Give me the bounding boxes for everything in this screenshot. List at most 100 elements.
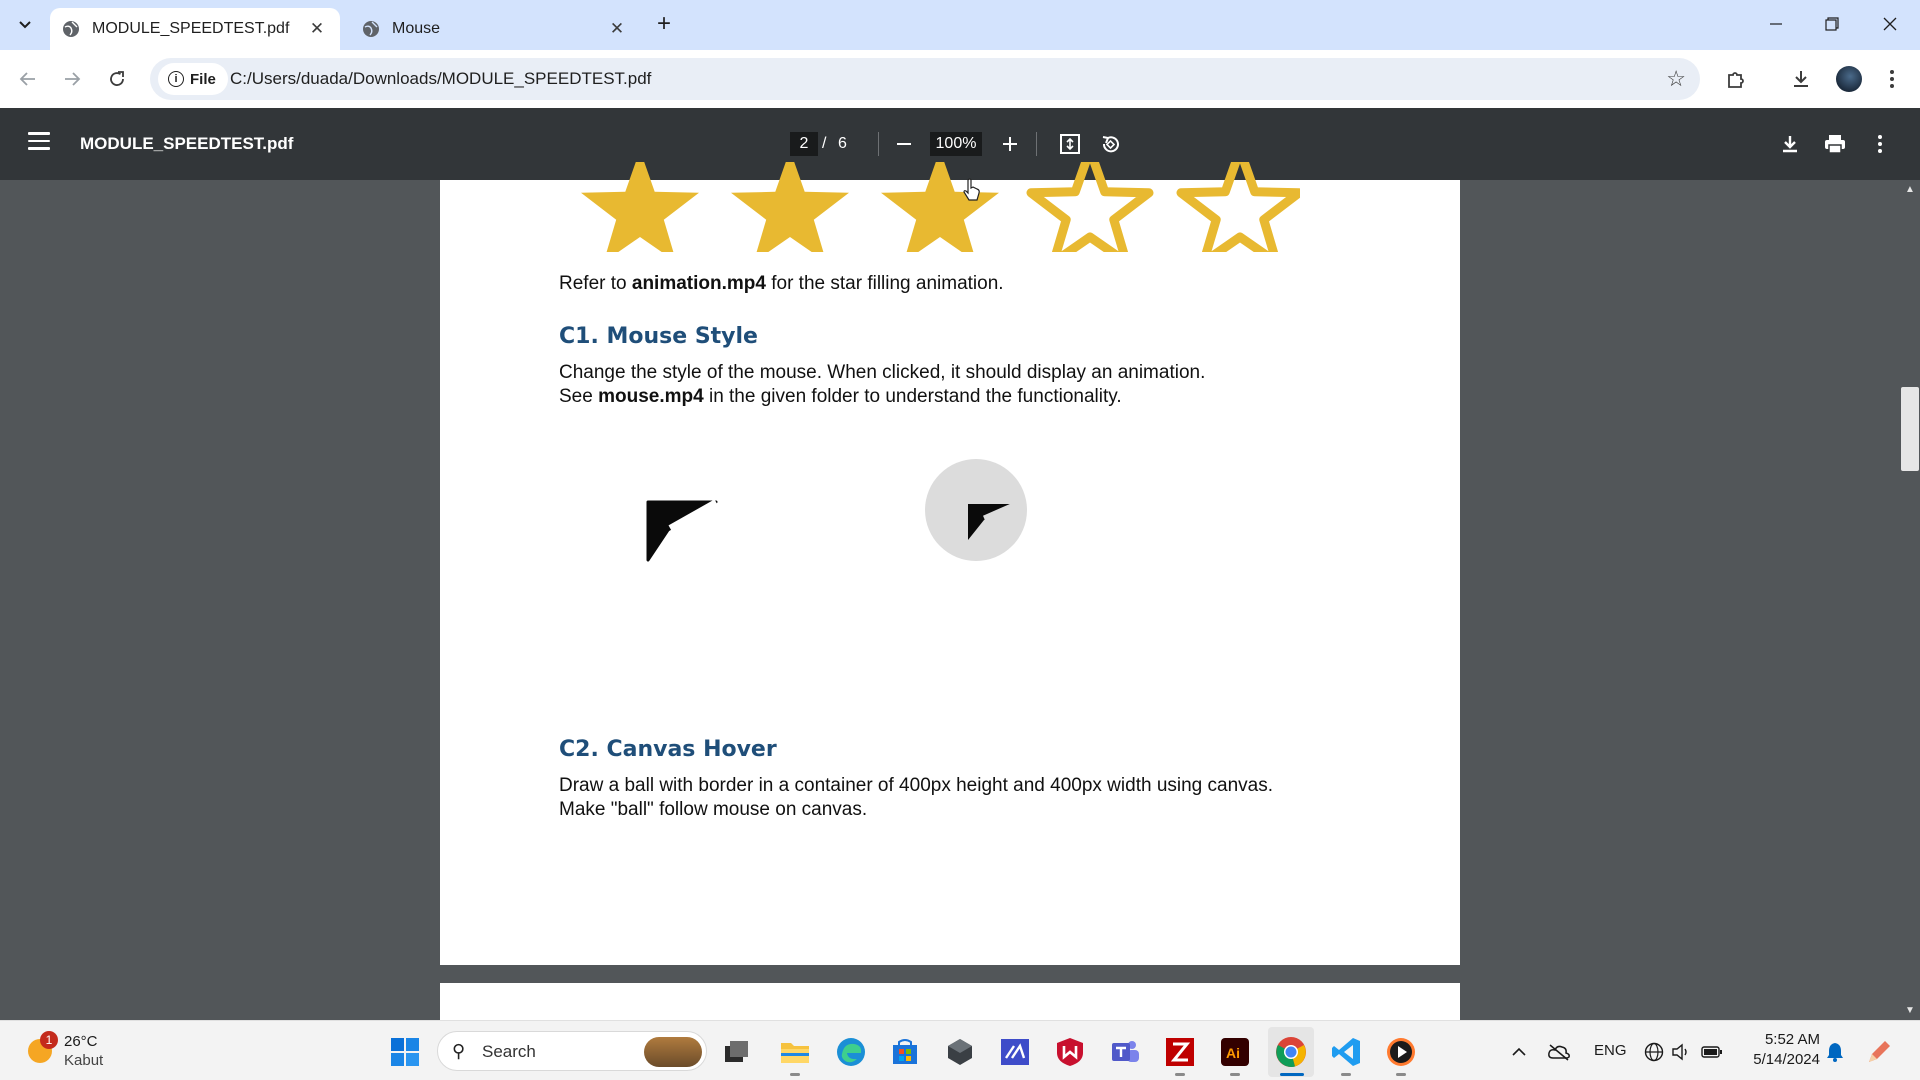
- close-window-icon[interactable]: [1870, 8, 1910, 40]
- scroll-down-icon[interactable]: ▼: [1904, 1005, 1916, 1017]
- rotate-icon[interactable]: [1094, 128, 1126, 160]
- extensions-icon[interactable]: [1720, 63, 1752, 95]
- weather-widget[interactable]: 1 26°C Kabut: [24, 1031, 124, 1071]
- show-hidden-icons-chevron-icon[interactable]: [1504, 1035, 1534, 1069]
- start-windows-icon[interactable]: [388, 1035, 422, 1069]
- tab-mouse[interactable]: Mouse ✕: [350, 8, 640, 50]
- notification-bell-icon[interactable]: [1822, 1035, 1848, 1069]
- unity-hub-icon[interactable]: [943, 1035, 977, 1069]
- filezilla-icon[interactable]: [1163, 1035, 1197, 1069]
- language-indicator[interactable]: ENG: [1594, 1042, 1627, 1059]
- pdf-next-page: [440, 983, 1460, 1023]
- c2-line1: Draw a ball with border in a container o…: [559, 775, 1273, 796]
- toolbar-divider: [1036, 132, 1037, 156]
- teams-icon[interactable]: [1108, 1035, 1142, 1069]
- address-bar[interactable]: i File C:/Users/duada/Downloads/MODULE_S…: [150, 58, 1700, 100]
- downloads-icon[interactable]: [1785, 63, 1817, 95]
- star-filled: [731, 162, 849, 252]
- download-pdf-icon[interactable]: [1774, 128, 1806, 160]
- vscode-icon[interactable]: [1329, 1035, 1363, 1069]
- c1-line2: See mouse.mp4 in the given folder to und…: [559, 386, 1122, 407]
- illustrator-icon[interactable]: Ai: [1218, 1035, 1252, 1069]
- edge-icon[interactable]: [834, 1035, 868, 1069]
- tab-search-chevron-icon[interactable]: [10, 9, 40, 39]
- tab-strip: MODULE_SPEEDTEST.pdf ✕ Mouse ✕ +: [0, 0, 1920, 50]
- page-total: 6: [838, 135, 847, 152]
- volume-icon[interactable]: [1668, 1035, 1694, 1069]
- running-indicator: [790, 1073, 800, 1076]
- chrome-menu-icon[interactable]: [1876, 63, 1908, 95]
- site-info-chip[interactable]: i File: [158, 63, 228, 95]
- print-icon[interactable]: [1819, 128, 1851, 160]
- scroll-up-icon[interactable]: ▲: [1904, 184, 1916, 196]
- page-separator: /: [822, 135, 827, 152]
- globe-icon: [363, 21, 379, 37]
- search-icon: ⚲: [452, 1041, 466, 1061]
- globe-icon: [63, 21, 79, 37]
- c1-line1: Change the style of the mouse. When clic…: [559, 362, 1206, 383]
- mcafee-icon[interactable]: [1053, 1035, 1087, 1069]
- back-icon[interactable]: [12, 63, 44, 95]
- hand-cursor-icon: [963, 178, 980, 201]
- pdf-title: MODULE_SPEEDTEST.pdf: [80, 134, 294, 153]
- cursor-click-animation-icon: [925, 459, 1027, 561]
- notification-badge: 1: [40, 1031, 58, 1049]
- zoom-level-input[interactable]: 100%: [930, 132, 982, 156]
- reload-icon[interactable]: [101, 63, 133, 95]
- c2-heading: C2. Canvas Hover: [559, 737, 777, 762]
- new-tab-icon[interactable]: +: [652, 12, 676, 36]
- weather-condition: Kabut: [64, 1052, 104, 1069]
- star-rating-illustration: [581, 162, 1300, 252]
- task-view-icon[interactable]: [720, 1035, 754, 1069]
- fit-to-page-icon[interactable]: [1054, 128, 1086, 160]
- url-text[interactable]: C:/Users/duada/Downloads/MODULE_SPEEDTES…: [230, 69, 651, 89]
- chrome-icon[interactable]: [1274, 1035, 1308, 1069]
- tab-title: MODULE_SPEEDTEST.pdf: [92, 20, 290, 37]
- star-filled: [581, 162, 699, 252]
- restore-icon[interactable]: [1812, 8, 1852, 40]
- pdf-more-icon[interactable]: [1864, 128, 1896, 160]
- hamburger-menu-icon[interactable]: [28, 132, 50, 156]
- taskbar-search-placeholder: Search: [482, 1042, 536, 1061]
- scrollbar-track[interactable]: [1900, 180, 1920, 1020]
- close-tab-icon[interactable]: ✕: [606, 18, 628, 40]
- svg-text:Ai: Ai: [1226, 1045, 1240, 1061]
- refer-animation-text: Refer to animation.mp4 for the star fill…: [559, 273, 1004, 294]
- pen-menu-icon[interactable]: [1862, 1035, 1896, 1069]
- cursor-arrow-icon: [646, 499, 718, 562]
- clock-time[interactable]: 5:52 AM: [1760, 1031, 1820, 1048]
- visual-studio-icon[interactable]: [998, 1035, 1032, 1069]
- star-outline: [1026, 162, 1154, 252]
- scrollbar-thumb[interactable]: [1901, 387, 1919, 471]
- forward-icon[interactable]: [56, 63, 88, 95]
- zoom-out-icon[interactable]: [888, 128, 920, 160]
- pdf-page: Refer to animation.mp4 for the star fill…: [440, 162, 1460, 965]
- clock-date[interactable]: 5/14/2024: [1746, 1051, 1820, 1068]
- toolbar-divider: [878, 132, 879, 156]
- page-number-input[interactable]: 2: [790, 132, 818, 156]
- media-player-icon[interactable]: [1384, 1035, 1418, 1069]
- bookmark-star-icon[interactable]: ☆: [1666, 67, 1686, 91]
- tab-title: Mouse: [392, 20, 441, 37]
- c1-heading: C1. Mouse Style: [559, 324, 758, 349]
- file-explorer-icon[interactable]: [778, 1035, 812, 1069]
- running-indicator: [1341, 1073, 1351, 1076]
- active-indicator: [1280, 1073, 1304, 1076]
- network-globe-icon[interactable]: [1640, 1035, 1668, 1069]
- taskbar: 1 26°C Kabut ⚲ Search Ai ENG 5:52 AM 5/1…: [0, 1020, 1920, 1080]
- running-indicator: [1396, 1073, 1406, 1076]
- running-indicator: [1175, 1073, 1185, 1076]
- zoom-in-icon[interactable]: [994, 128, 1026, 160]
- browser-toolbar: i File C:/Users/duada/Downloads/MODULE_S…: [0, 50, 1920, 108]
- onedrive-offline-icon[interactable]: [1544, 1035, 1574, 1069]
- taskbar-search[interactable]: ⚲ Search: [437, 1031, 707, 1071]
- star-outline: [1176, 162, 1300, 252]
- battery-icon[interactable]: [1698, 1035, 1726, 1069]
- profile-avatar[interactable]: [1836, 66, 1862, 92]
- close-tab-icon[interactable]: ✕: [306, 18, 328, 40]
- microsoft-store-icon[interactable]: [888, 1035, 922, 1069]
- star-filled: [881, 162, 999, 252]
- tab-module-speedtest[interactable]: MODULE_SPEEDTEST.pdf ✕: [50, 8, 340, 50]
- c2-line2: Make "ball" follow mouse on canvas.: [559, 799, 868, 820]
- minimize-icon[interactable]: [1756, 8, 1796, 40]
